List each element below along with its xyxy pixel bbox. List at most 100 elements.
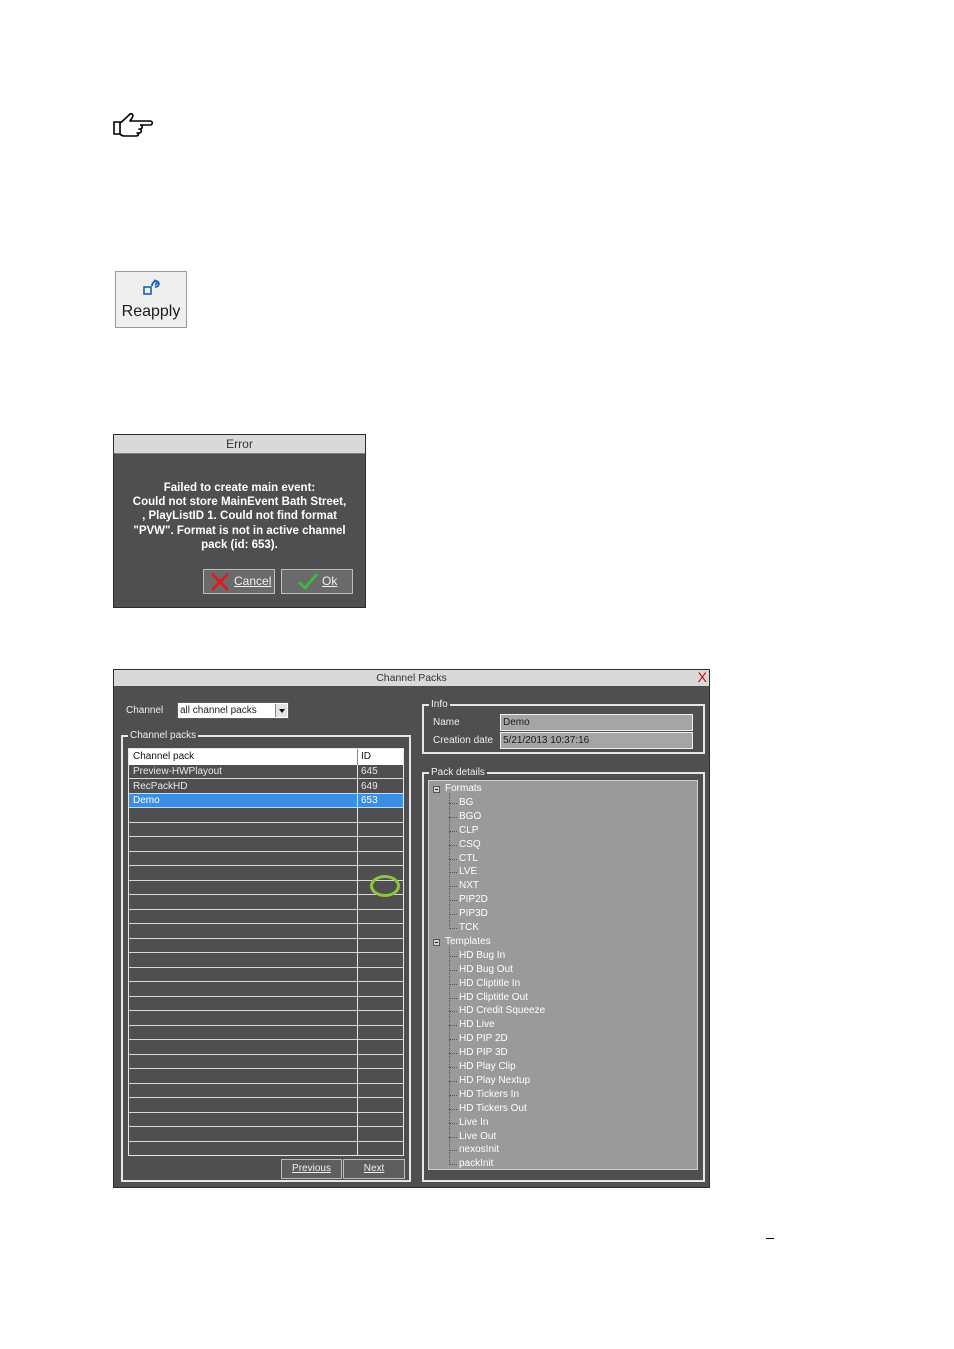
creation-date-field[interactable]: 5/21/2013 10:37:16 [500,732,693,749]
tree-leaf[interactable]: HD Bug Out [459,964,513,976]
table-row[interactable] [129,881,403,895]
tree-leaf[interactable]: HD Tickers In [459,1089,519,1101]
tree-leaf[interactable]: HD Tickers Out [459,1103,527,1115]
tree-leaf[interactable]: CTL [459,853,478,865]
table-row[interactable] [129,939,403,953]
table-row[interactable] [129,1041,403,1055]
pack-details-tree[interactable]: Formats BG BGO CLP CSQ CTL LVE NXT PIP2D PIP3D TCK… [428,780,698,1170]
tree-connector [449,1025,457,1027]
tree-connector [449,1164,457,1166]
tree-node-formats[interactable]: Formats [445,783,482,795]
table-row[interactable] [129,1055,403,1069]
tree-connector [449,802,457,804]
tree-leaf[interactable]: HD Bug In [459,950,505,962]
tree-leaf[interactable]: BGO [459,811,481,823]
table-row[interactable] [129,968,403,982]
table-row[interactable] [129,910,403,924]
tree-leaf[interactable]: PIP3D [459,908,488,920]
channel-select-value: all channel packs [180,705,257,716]
tree-leaf[interactable]: HD Cliptitle Out [459,992,528,1004]
channel-packs-group-label: Channel packs [128,729,199,742]
table-row[interactable] [129,1084,403,1098]
table-row[interactable] [129,809,403,823]
table-row[interactable] [129,1070,403,1084]
table-row[interactable] [129,1113,403,1127]
tree-connector [449,872,457,874]
ok-button[interactable]: Ok [281,569,353,594]
name-field[interactable]: Demo [500,714,693,731]
tree-connector [449,914,457,916]
tree-leaf[interactable]: HD PIP 3D [459,1047,508,1059]
table-row[interactable] [129,838,403,852]
channel-packs-title-bar: Channel Packs X [114,669,709,686]
collapse-icon[interactable] [433,786,440,793]
chevron-down-icon[interactable] [275,704,287,717]
column-divider [357,765,358,1155]
tree-leaf[interactable]: Live Out [459,1131,496,1143]
tree-leaf[interactable]: LVE [459,866,477,878]
column-header-id[interactable]: ID [361,749,371,765]
tree-leaf[interactable]: Live In [459,1117,488,1129]
reapply-icon [143,279,160,295]
ok-check-icon [298,573,318,590]
tree-node-templates[interactable]: Templates [445,936,491,948]
tree-leaf[interactable]: nexosInit [459,1144,499,1156]
table-row[interactable] [129,1142,403,1155]
tree-leaf[interactable]: BG [459,797,473,809]
next-button[interactable]: Next [343,1159,405,1179]
reapply-button[interactable]: Reapply [115,271,187,328]
pack-details-group-label: Pack details [429,766,487,779]
channel-select[interactable]: all channel packs [177,702,289,719]
tree-leaf[interactable]: PIP2D [459,894,488,906]
tree-leaf[interactable]: CSQ [459,839,481,851]
tree-connector [449,969,457,971]
cancel-x-icon [211,573,229,591]
tree-leaf[interactable]: CLP [459,825,478,837]
table-row[interactable] [129,983,403,997]
previous-button[interactable]: Previous [281,1159,342,1179]
channel-pack-id: 653 [361,795,378,806]
tree-connector [449,1150,457,1152]
table-row[interactable] [129,823,403,837]
table-row[interactable] [129,925,403,939]
table-row[interactable] [129,1128,403,1142]
table-row[interactable]: Preview-HWPlayout 645 [129,765,403,779]
name-label: Name [433,717,460,728]
column-header-channel-pack[interactable]: Channel pack [133,749,194,765]
tree-connector [449,983,457,985]
table-row[interactable]: RecPackHD 649 [129,780,403,794]
tree-leaf[interactable]: HD Play Clip [459,1061,516,1073]
close-icon[interactable]: X [698,669,707,685]
window-title: Channel Packs [376,672,447,684]
channel-packs-table: Channel pack ID Preview-HWPlayout 645 RecP… [128,748,404,1156]
channel-pack-id: 649 [361,780,378,792]
table-row[interactable] [129,997,403,1011]
tree-leaf[interactable]: TCK [459,922,479,934]
tree-leaf[interactable]: HD Credit Squeeze [459,1005,545,1017]
table-row[interactable] [129,1012,403,1026]
table-row[interactable]: Demo 653 [129,794,403,808]
tree-leaf[interactable]: HD Live [459,1019,495,1031]
tree-connector [449,886,457,888]
tree-connector [449,945,450,1166]
cancel-button[interactable]: Cancel [203,569,275,594]
table-row[interactable] [129,954,403,968]
tree-connector [449,816,457,818]
table-row[interactable] [129,1026,403,1040]
tree-connector [449,830,457,832]
error-message-line: "PVW". Format is not in active channel [133,524,346,537]
tree-leaf[interactable]: HD Cliptitle In [459,978,520,990]
table-row[interactable] [129,867,403,881]
table-row[interactable] [129,1099,403,1113]
collapse-icon[interactable] [433,938,440,946]
tree-leaf[interactable]: HD Play Nextup [459,1075,530,1087]
tree-leaf[interactable]: packInit [459,1158,493,1170]
table-header: Channel pack ID [129,749,403,765]
tree-leaf[interactable]: HD PIP 2D [459,1033,508,1045]
tree-connector [449,997,457,999]
tree-connector [449,1067,457,1068]
tree-connector [449,1039,457,1041]
table-row[interactable] [129,852,403,866]
table-row[interactable] [129,896,403,910]
tree-leaf[interactable]: NXT [459,880,479,892]
